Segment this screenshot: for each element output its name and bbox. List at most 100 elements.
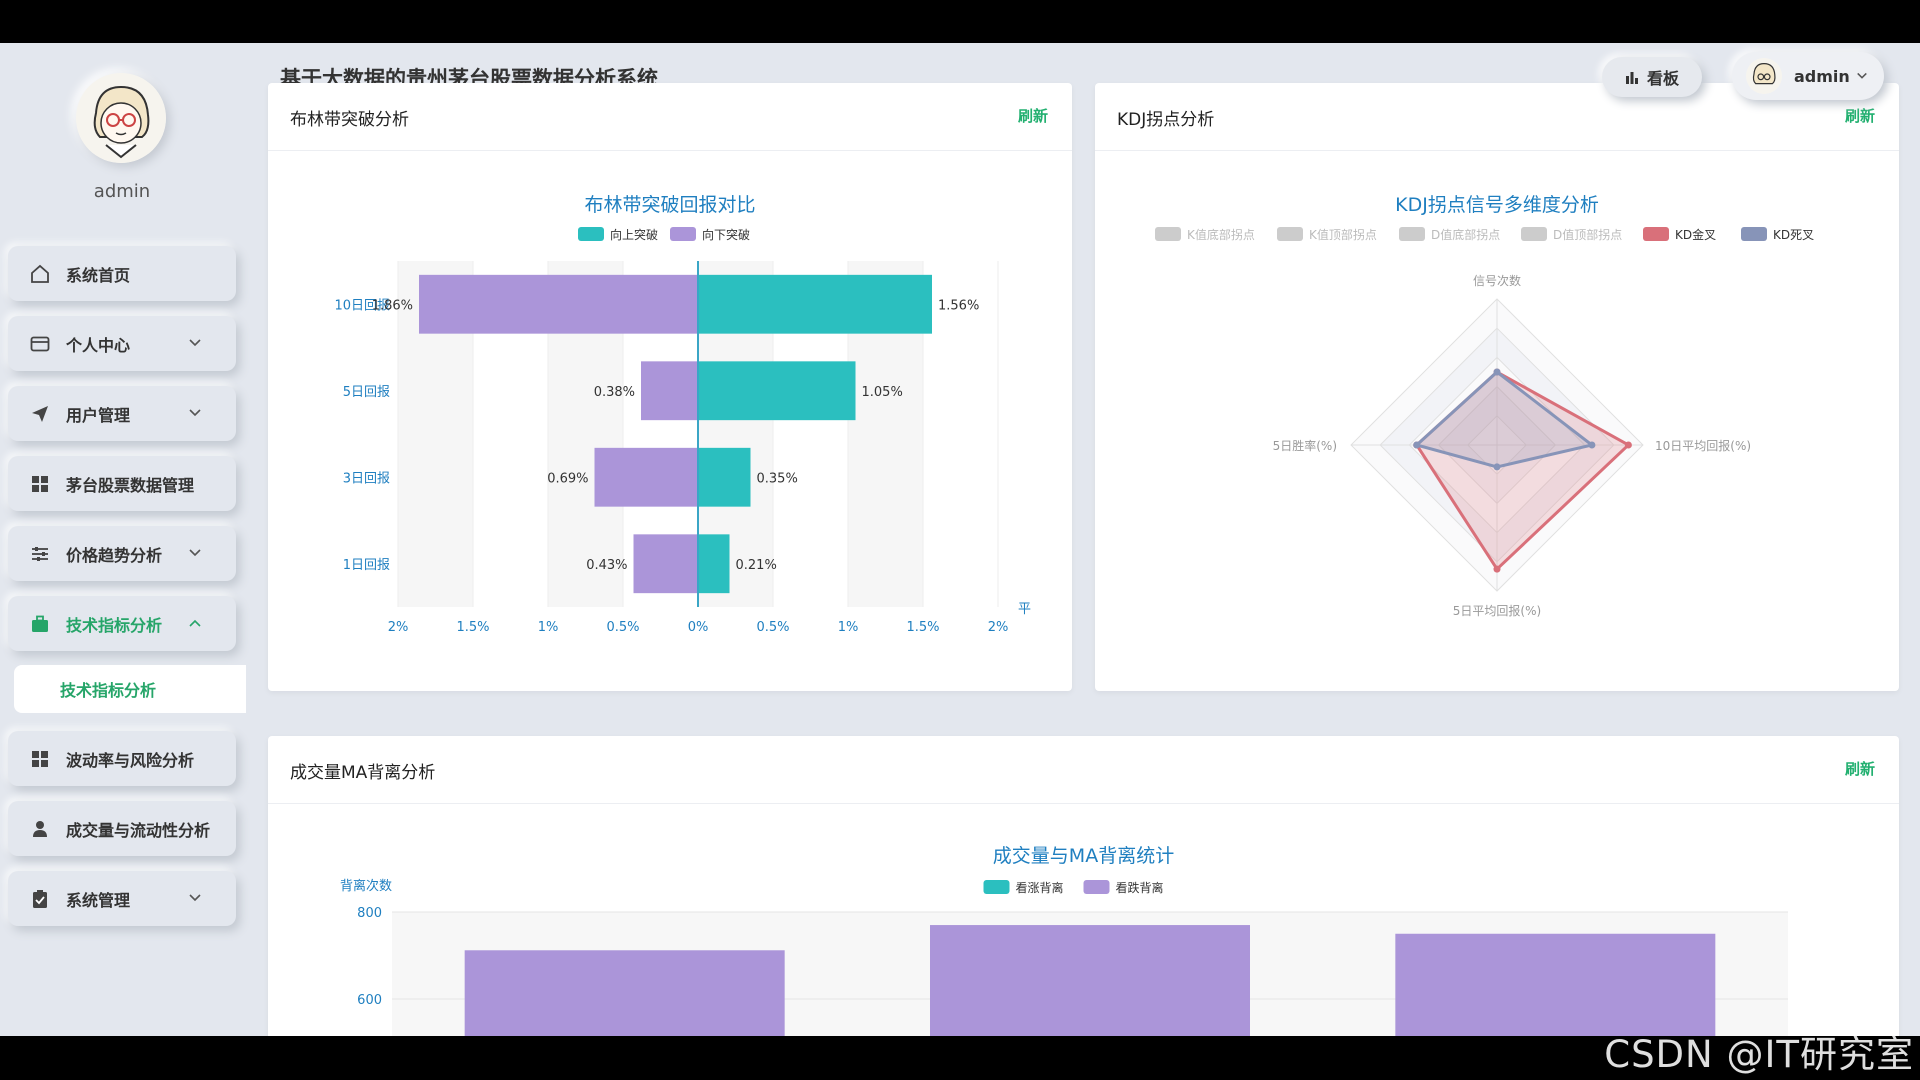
legend-label: KD死叉 xyxy=(1773,228,1814,242)
bar xyxy=(698,361,856,421)
radar-point xyxy=(1493,463,1501,471)
bar xyxy=(464,950,785,1036)
chevron-down-icon xyxy=(189,894,201,902)
volume-divergence-chart: 成交量与MA背离统计看涨背离看跌背离背离次数600800469 xyxy=(340,845,1788,1036)
legend-label: 向上突破 xyxy=(610,227,658,242)
sidebar-item-tech-indicators[interactable]: 技术指标分析 xyxy=(8,596,236,651)
sidebar-item-label: 技术指标分析 xyxy=(66,615,163,635)
y-tick-label: 3日回报 xyxy=(343,471,390,486)
radar-point xyxy=(1588,441,1596,449)
legend-label: D值顶部拐点 xyxy=(1553,227,1622,242)
card-header: 成交量MA背离分析 刷新 xyxy=(268,736,1899,804)
bar xyxy=(1395,933,1716,1036)
briefcase-icon xyxy=(30,614,50,634)
y-tick-label: 600 xyxy=(357,993,382,1008)
bar xyxy=(698,534,730,594)
x-tick-label: 0.5% xyxy=(606,620,639,635)
watermark: CSDN @IT研究室 xyxy=(1604,1033,1914,1076)
sidebar-item-volatility-risk[interactable]: 波动率与风险分析 xyxy=(8,731,236,786)
clipboard-icon xyxy=(30,889,50,909)
sidebar-item-label: 系统首页 xyxy=(66,265,131,285)
kdj-card: KDJ拐点分析 刷新 KDJ拐点信号多维度分析 K值底部拐点 K值顶部拐点 D值底部拐… xyxy=(1095,83,1899,691)
card-title: 成交量MA背离分析 xyxy=(290,763,436,783)
card-header: 布林带突破分析 刷新 xyxy=(268,83,1072,151)
card-icon xyxy=(30,334,50,354)
refresh-button[interactable]: 刷新 xyxy=(1845,105,1875,126)
legend-swatch xyxy=(1277,227,1303,241)
bar xyxy=(930,925,1250,1036)
sidebar-item-profile[interactable]: 个人中心 xyxy=(8,316,236,371)
app-window: admin 系统首页 个人中心 用户管理 茅台股票数据管理 价格趋势分析 技术指… xyxy=(0,43,1920,1036)
chevron-down-icon xyxy=(189,339,201,347)
data-label: 1.05% xyxy=(862,385,903,400)
legend-label: K值底部拐点 xyxy=(1187,227,1255,242)
legend-swatch xyxy=(1521,227,1547,241)
legend-label: 看跌背离 xyxy=(1116,880,1164,895)
chart-title: 布林带突破回报对比 xyxy=(584,194,755,216)
x-tick-label: 2% xyxy=(388,620,409,635)
chevron-up-icon xyxy=(189,619,201,627)
chart-title: 成交量与MA背离统计 xyxy=(993,845,1174,867)
y-tick-label: 1日回报 xyxy=(343,558,390,573)
avatar xyxy=(1746,58,1782,94)
grid-icon xyxy=(30,474,50,494)
legend-label: 向下突破 xyxy=(702,227,750,242)
legend-label: K值顶部拐点 xyxy=(1309,227,1377,242)
grid-icon xyxy=(30,749,50,769)
sidebar: admin 系统首页 个人中心 用户管理 茅台股票数据管理 价格趋势分析 技术指… xyxy=(0,43,246,1036)
data-label: 1.56% xyxy=(938,298,979,313)
sidebar-item-label: 茅台股票数据管理 xyxy=(66,475,195,495)
submenu-item-tech-indicators[interactable]: 技术指标分析 xyxy=(14,665,246,713)
legend-swatch xyxy=(1083,880,1110,894)
legend-swatch xyxy=(1155,227,1181,241)
data-label: 1.86% xyxy=(372,298,413,313)
card-title: 布林带突破分析 xyxy=(290,110,409,130)
x-tick-label: 1% xyxy=(838,620,859,635)
radar-indicator-label: 5日平均回报(%) xyxy=(1453,603,1541,618)
sidebar-item-stock-data[interactable]: 茅台股票数据管理 xyxy=(8,456,236,511)
radar-indicator-label: 10日平均回报(%) xyxy=(1655,438,1751,453)
y-tick-label: 5日回报 xyxy=(343,385,390,400)
home-icon xyxy=(30,264,50,284)
legend-label: KD金叉 xyxy=(1675,227,1716,242)
user-name: admin xyxy=(1794,66,1850,86)
bar xyxy=(641,361,698,421)
sidebar-item-system[interactable]: 系统管理 xyxy=(8,871,236,926)
radar-point xyxy=(1493,565,1501,573)
sidebar-item-volume-liquidity[interactable]: 成交量与流动性分析 xyxy=(8,801,236,856)
x-tick-label: 1.5% xyxy=(906,620,939,635)
bar xyxy=(633,534,698,594)
bollinger-card: 布林带突破分析 刷新 布林带突破回报对比 向上突破 向下突破 10日回报 1.56% 1.… xyxy=(268,83,1072,691)
dashboard-button[interactable]: 看板 xyxy=(1602,57,1702,97)
user-menu[interactable]: admin xyxy=(1732,52,1884,100)
x-axis-name: 平 xyxy=(1018,602,1031,617)
data-label: 0.21% xyxy=(736,558,777,573)
user-avatar[interactable] xyxy=(76,73,166,163)
sidebar-item-users[interactable]: 用户管理 xyxy=(8,386,236,441)
x-tick-label: 2% xyxy=(988,620,1009,635)
x-tick-label: 0% xyxy=(688,620,709,635)
card-title: KDJ拐点分析 xyxy=(1117,110,1215,130)
y-axis-name: 背离次数 xyxy=(340,878,392,894)
sidebar-item-label: 用户管理 xyxy=(66,405,131,425)
sidebar-item-price-trend[interactable]: 价格趋势分析 xyxy=(8,526,236,581)
refresh-button[interactable]: 刷新 xyxy=(1018,105,1048,126)
legend-label: 看涨背离 xyxy=(1016,880,1064,895)
sidebar-item-home[interactable]: 系统首页 xyxy=(8,246,236,301)
sidebar-username: admin xyxy=(93,181,151,202)
dashboard-label: 看板 xyxy=(1646,69,1679,88)
bollinger-chart: 布林带突破回报对比向上突破 向下突破10日回报 1.56%1.86%5日回报 1.05… xyxy=(334,194,1031,635)
bar xyxy=(419,274,698,334)
legend-swatch xyxy=(1643,227,1669,241)
radar-point xyxy=(1624,441,1632,449)
x-tick-label: 0.5% xyxy=(756,620,789,635)
legend-label: D值底部拐点 xyxy=(1431,227,1500,242)
radar-indicator-label: 5日胜率(%) xyxy=(1273,438,1337,453)
radar-point xyxy=(1493,368,1501,376)
chevron-down-icon xyxy=(189,549,201,557)
radar-indicator-label: 信号次数 xyxy=(1473,273,1521,288)
refresh-button[interactable]: 刷新 xyxy=(1845,758,1875,779)
legend-swatch xyxy=(1741,227,1767,241)
chevron-down-icon xyxy=(1856,70,1868,82)
data-label: 0.69% xyxy=(547,471,588,486)
